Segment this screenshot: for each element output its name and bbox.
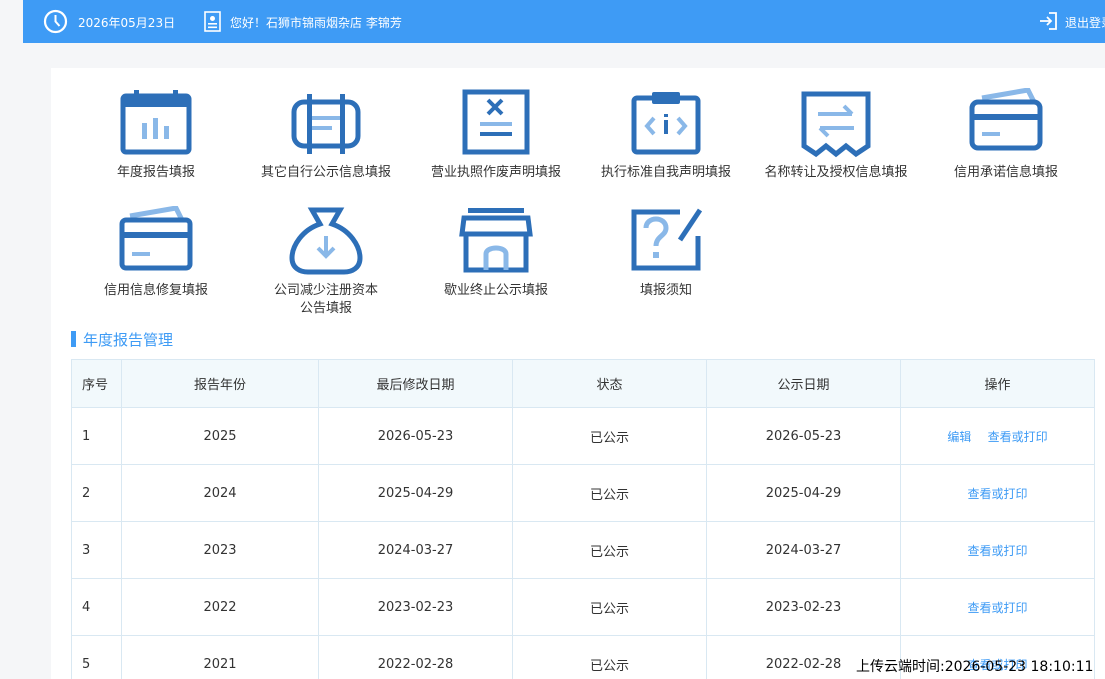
calendar-icon [120,90,192,155]
cell-year: 2025 [121,407,319,465]
cell-actions: 编辑 查看或打印 [900,407,1095,465]
view-print-link[interactable]: 查看或打印 [988,430,1048,444]
tile-capital-reduction[interactable]: 公司减少注册资本 公告填报 [241,206,411,318]
cancelled-license-icon [462,89,530,155]
tile-label: 营业执照作废声明填报 [430,165,561,180]
tile-label: 执行标准自我声明填报 [600,165,731,180]
cell-modified: 2025-04-29 [318,464,513,522]
cell-status: 已公示 [512,635,707,679]
cell-published: 2023-02-23 [706,578,901,636]
section-title: 年度报告管理 [71,330,174,349]
store-icon [459,208,533,273]
cell-modified: 2022-02-28 [318,635,513,679]
tile-label: 名称转让及授权信息填报 [764,165,908,180]
cell-no: 5 [71,635,122,679]
cell-actions: 查看或打印 [900,464,1095,522]
column-header: 最后修改日期 [318,359,513,408]
table-row: 4 2022 2023-02-23 已公示 2023-02-23 查看或打印 [71,578,1095,636]
tile-filing-notice[interactable]: 填报须知 [581,206,751,300]
cell-no: 3 [71,521,122,579]
view-print-link[interactable]: 查看或打印 [967,487,1027,501]
user-card-icon [204,11,221,32]
transfer-icon [801,91,871,158]
cell-modified: 2023-02-23 [318,578,513,636]
column-header: 状态 [512,359,707,408]
view-print-link[interactable]: 查看或打印 [967,544,1027,558]
top-bar: 2026年05月23日 您好！石狮市锦雨烟杂店 李锦芳 退出登录 [23,0,1105,43]
section-title-text: 年度报告管理 [83,330,174,349]
cell-published: 2026-05-23 [706,407,901,465]
tile-label: 信用承诺信息填报 [953,165,1058,180]
table-header-row: 序号 报告年份 最后修改日期 状态 公示日期 操作 [71,359,1095,408]
table-row: 1 2025 2026-05-23 已公示 2026-05-23 编辑 查看或打… [71,407,1095,465]
table-row: 2 2024 2025-04-29 已公示 2025-04-29 查看或打印 [71,464,1095,522]
column-header: 序号 [71,359,122,408]
tile-credit-repair[interactable]: 信用信息修复填报 [71,206,241,300]
tile-label: 填报须知 [639,283,692,298]
column-header: 操作 [900,359,1095,408]
clock-icon [43,9,68,34]
tile-label: 歇业终止公示填报 [443,283,548,298]
cell-year: 2021 [121,635,319,679]
view-print-link[interactable]: 查看或打印 [967,601,1027,615]
cell-status: 已公示 [512,578,707,636]
tile-license-void[interactable]: 营业执照作废声明填报 [411,88,581,182]
tile-label: 信用信息修复填报 [103,283,208,298]
card-repair-icon [119,206,193,271]
notice-icon [631,208,703,271]
tile-annual-report[interactable]: 年度报告填报 [71,88,241,182]
tile-label-line2: 公告填报 [299,301,352,316]
upload-timestamp: 上传云端时间:2026-05-23 18:10:11 [856,659,1094,675]
tile-label: 公司减少注册资本 [273,283,378,298]
section-title-bar [71,331,76,347]
document-icon [291,94,361,154]
tile-standard-declaration[interactable]: 执行标准自我声明填报 [581,88,751,182]
cell-modified: 2026-05-23 [318,407,513,465]
logout-icon[interactable] [1038,11,1058,31]
cell-year: 2023 [121,521,319,579]
cell-status: 已公示 [512,407,707,465]
cell-actions: 查看或打印 [900,521,1095,579]
cell-year: 2024 [121,464,319,522]
cell-published: 2024-03-27 [706,521,901,579]
cell-status: 已公示 [512,464,707,522]
tile-label: 其它自行公示信息填报 [260,165,391,180]
current-date: 2026年05月23日 [78,16,176,30]
tile-credit-commitment[interactable]: 信用承诺信息填报 [921,88,1091,182]
table-row: 3 2023 2024-03-27 已公示 2024-03-27 查看或打印 [71,521,1095,579]
column-header: 报告年份 [121,359,319,408]
user-greeting: 您好！石狮市锦雨烟杂店 李锦芳 [230,16,402,30]
clipboard-code-icon [631,92,701,155]
cell-modified: 2024-03-27 [318,521,513,579]
annual-report-table: 序号 报告年份 最后修改日期 状态 公示日期 操作 1 2025 2026-05… [71,359,1095,679]
card-icon [969,88,1043,151]
logout-link[interactable]: 退出登录 [1065,14,1105,31]
cell-no: 2 [71,464,122,522]
cell-no: 4 [71,578,122,636]
tile-name-transfer[interactable]: 名称转让及授权信息填报 [751,88,921,182]
tile-other-disclosure[interactable]: 其它自行公示信息填报 [241,88,411,182]
money-bag-icon [289,207,363,275]
cell-no: 1 [71,407,122,465]
column-header: 公示日期 [706,359,901,408]
cell-published: 2025-04-29 [706,464,901,522]
cell-actions: 查看或打印 [900,578,1095,636]
cell-year: 2022 [121,578,319,636]
cell-status: 已公示 [512,521,707,579]
tile-business-termination[interactable]: 歇业终止公示填报 [411,206,581,300]
tile-label: 年度报告填报 [116,165,195,180]
edit-link[interactable]: 编辑 [947,430,971,444]
